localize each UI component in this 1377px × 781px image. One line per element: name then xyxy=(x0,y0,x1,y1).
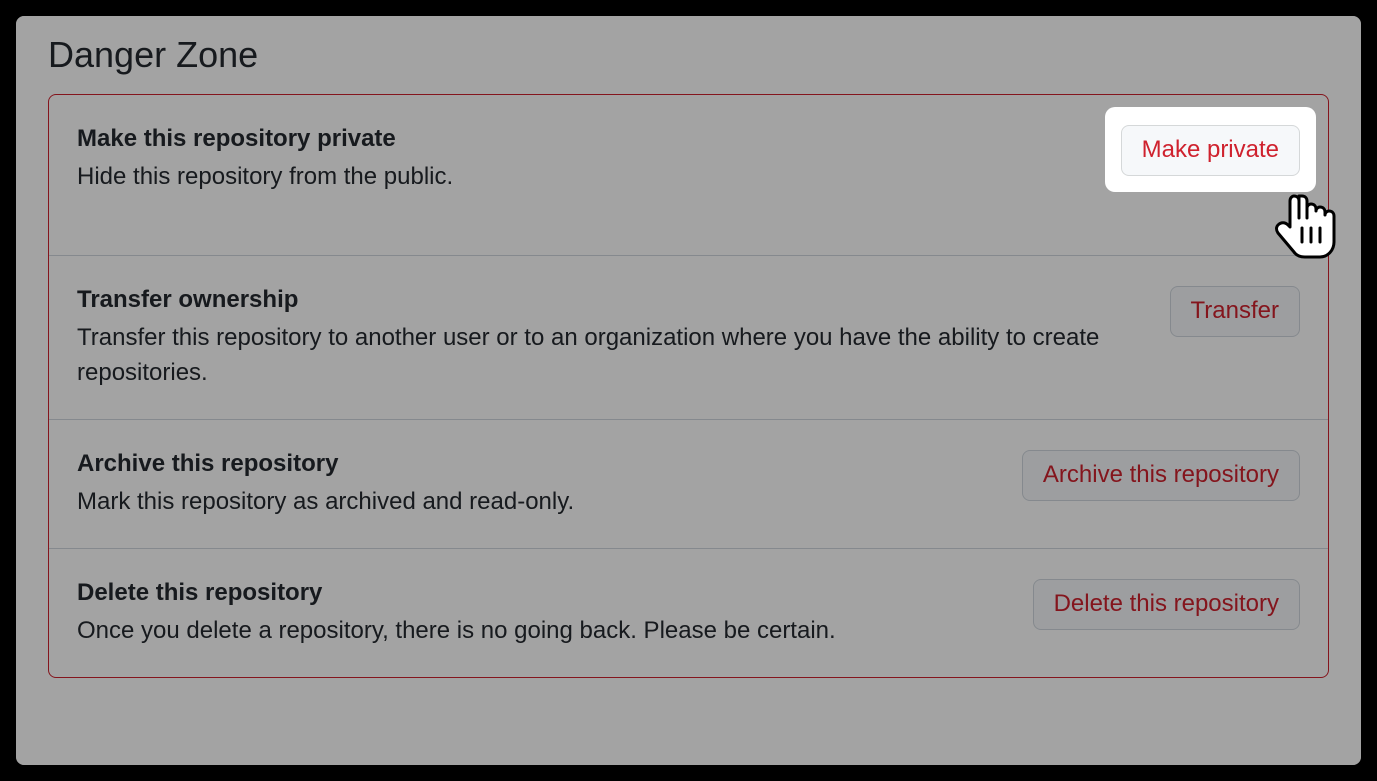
row-title: Make this repository private xyxy=(77,123,1101,154)
delete-repository-row: Delete this repository Once you delete a… xyxy=(49,549,1328,677)
row-text: Delete this repository Once you delete a… xyxy=(77,577,1033,649)
archive-repository-button[interactable]: Archive this repository xyxy=(1022,450,1300,501)
row-desc: Transfer this repository to another user… xyxy=(77,321,1150,391)
row-text: Make this repository private Hide this r… xyxy=(77,123,1121,195)
row-title: Transfer ownership xyxy=(77,284,1150,315)
section-title: Danger Zone xyxy=(48,34,1329,76)
row-desc: Mark this repository as archived and rea… xyxy=(77,485,1002,520)
archive-repository-row: Archive this repository Mark this reposi… xyxy=(49,420,1328,549)
row-desc: Once you delete a repository, there is n… xyxy=(77,614,1013,649)
highlight-wrap: Make private xyxy=(1121,123,1300,176)
row-text: Transfer ownership Transfer this reposit… xyxy=(77,284,1170,391)
transfer-button[interactable]: Transfer xyxy=(1170,286,1300,337)
delete-repository-button[interactable]: Delete this repository xyxy=(1033,579,1300,630)
danger-zone-section: Danger Zone Make this repository private… xyxy=(16,16,1361,710)
make-private-row: Make this repository private Hide this r… xyxy=(49,95,1328,256)
row-title: Archive this repository xyxy=(77,448,1002,479)
row-text: Archive this repository Mark this reposi… xyxy=(77,448,1022,520)
row-title: Delete this repository xyxy=(77,577,1013,608)
settings-panel: Danger Zone Make this repository private… xyxy=(16,16,1361,765)
row-desc: Hide this repository from the public. xyxy=(77,160,1101,195)
danger-zone-box: Make this repository private Hide this r… xyxy=(48,94,1329,678)
make-private-button[interactable]: Make private xyxy=(1121,125,1300,176)
transfer-ownership-row: Transfer ownership Transfer this reposit… xyxy=(49,256,1328,420)
